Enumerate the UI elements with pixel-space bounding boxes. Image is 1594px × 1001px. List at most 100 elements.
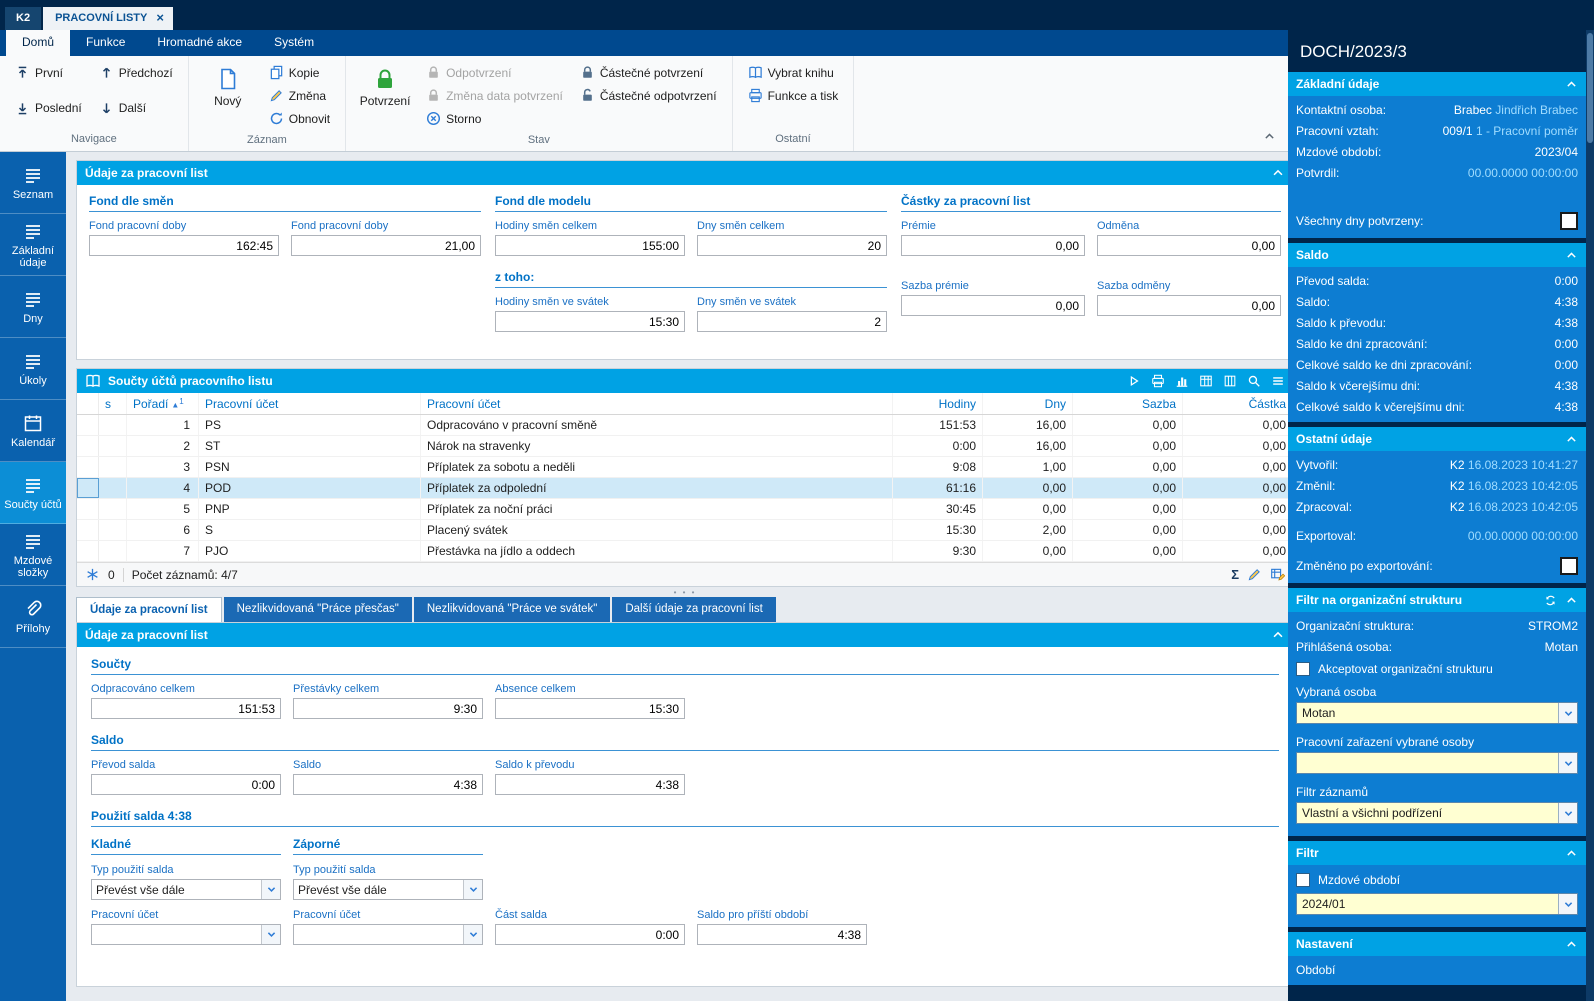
all-days-confirmed-checkbox[interactable] — [1560, 212, 1578, 230]
column-header-poradi[interactable]: Pořadí▲1 — [127, 393, 199, 414]
typ-pouziti-salda-zaporne-combo[interactable]: Převést vše dále — [293, 879, 483, 900]
columns-icon[interactable] — [1223, 374, 1237, 388]
collapse-panel-icon[interactable] — [1271, 166, 1285, 180]
dropdown-button[interactable] — [261, 880, 280, 899]
column-header-pracovni-ucet[interactable]: Pracovní účet — [199, 393, 421, 414]
column-header-dny[interactable]: Dny — [983, 393, 1073, 414]
partial-unconfirm-button[interactable]: Částečné odpotvrzení — [573, 84, 724, 107]
tab-nezlikvidovana-prace-ve-svatek[interactable]: Nezlikvidovaná "Práce ve svátek" — [414, 597, 611, 622]
sidebar-item-seznam[interactable]: Seznam — [0, 152, 66, 214]
pracovni-ucet-zaporne-combo[interactable] — [293, 924, 483, 945]
sidebar-item-mzdove-slozky[interactable]: Mzdové složky — [0, 524, 66, 586]
tab-dalsi-udaje[interactable]: Další údaje za pracovní list — [612, 597, 775, 622]
chart-icon[interactable] — [1175, 374, 1189, 388]
table-row[interactable]: 2STNárok na stravenky0:0016,000,000,00 — [77, 436, 1293, 457]
changed-timestamp-link[interactable]: 16.08.2023 10:42:05 — [1468, 479, 1578, 493]
created-timestamp-link[interactable]: 16.08.2023 10:41:27 — [1468, 458, 1578, 472]
wage-period-combo[interactable]: 2024/01 — [1296, 893, 1578, 915]
collapse-panel-icon[interactable] — [1271, 628, 1285, 642]
dropdown-button[interactable] — [261, 925, 280, 944]
collapse-ribbon-icon[interactable] — [1263, 130, 1276, 143]
dny-smen-celkem-field[interactable]: 20 — [697, 235, 887, 256]
table-row[interactable]: 5PNPPříplatek za noční práci30:450,000,0… — [77, 499, 1293, 520]
refresh-button[interactable]: Obnovit — [262, 107, 337, 130]
column-header-sazba[interactable]: Sazba — [1073, 393, 1183, 414]
fond-pracovni-doby-days-field[interactable]: 21,00 — [291, 235, 481, 256]
table-row[interactable]: 3PSNPříplatek za sobotu a neděli9:081,00… — [77, 457, 1293, 478]
collapse-section-icon[interactable] — [1565, 249, 1578, 262]
ribbon-tab-domu[interactable]: Domů — [6, 30, 70, 56]
run-icon[interactable] — [1127, 374, 1141, 388]
sidebar-item-ukoly[interactable]: Úkoly — [0, 338, 66, 400]
ribbon-tab-funkce[interactable]: Funkce — [70, 30, 141, 56]
table-row[interactable]: 6SPlacený svátek15:302,000,000,00 — [77, 520, 1293, 541]
changed-after-export-checkbox[interactable] — [1560, 557, 1578, 575]
dropdown-button[interactable] — [463, 925, 482, 944]
k2-logo-tab[interactable]: K2 — [5, 7, 41, 30]
dropdown-button[interactable] — [1558, 753, 1577, 773]
ribbon-tab-hromadne-akce[interactable]: Hromadné akce — [141, 30, 258, 56]
collapse-section-icon[interactable] — [1565, 433, 1578, 446]
last-button[interactable]: Poslední — [8, 97, 89, 120]
sidebar-item-dny[interactable]: Dny — [0, 276, 66, 338]
saldo-field[interactable]: 4:38 — [293, 774, 483, 795]
collapse-section-icon[interactable] — [1565, 847, 1578, 860]
dny-smen-ve-svatek-field[interactable]: 2 — [697, 311, 887, 332]
tab-nezlikvidovana-prace-prescas[interactable]: Nezlikvidovaná "Práce přesčas" — [224, 597, 412, 622]
column-header-hodiny[interactable]: Hodiny — [893, 393, 983, 414]
contact-person-link[interactable]: Jindřich Brabec — [1495, 103, 1578, 117]
document-tab[interactable]: PRACOVNÍ LISTY × — [43, 7, 173, 30]
refresh-icon[interactable] — [1544, 594, 1557, 607]
sidebar-item-prilohy[interactable]: Přílohy — [0, 586, 66, 648]
edit-pencil-icon[interactable] — [1247, 567, 1262, 582]
new-button[interactable]: Nový — [197, 61, 259, 114]
sidebar-item-kalendar[interactable]: Kalendář — [0, 400, 66, 462]
dropdown-button[interactable] — [1558, 703, 1577, 723]
odpracovano-celkem-field[interactable]: 151:53 — [91, 698, 281, 719]
saldo-pristi-obdobi-field[interactable]: 4:38 — [697, 924, 867, 945]
sidebar-item-soucty-uctu[interactable]: Součty účtů — [0, 462, 66, 524]
filter-asterisk-icon[interactable] — [85, 567, 100, 582]
copy-button[interactable]: Kopie — [262, 61, 337, 84]
previous-button[interactable]: Předchozí — [92, 61, 180, 84]
collapse-section-icon[interactable] — [1565, 78, 1578, 91]
cancel-button[interactable]: Storno — [419, 107, 570, 130]
records-filter-combo[interactable]: Vlastní a všichni podřízení — [1296, 802, 1578, 824]
dropdown-button[interactable] — [1558, 894, 1577, 914]
selected-person-combo[interactable]: Motan — [1296, 702, 1578, 724]
column-header-s[interactable]: s — [99, 393, 127, 414]
column-header-castka[interactable]: Částka — [1183, 393, 1293, 414]
fond-pracovni-doby-hours-field[interactable]: 162:45 — [89, 235, 279, 256]
collapse-section-icon[interactable] — [1565, 938, 1578, 951]
print-icon[interactable] — [1151, 374, 1165, 388]
close-tab-icon[interactable]: × — [156, 13, 164, 23]
next-button[interactable]: Další — [92, 97, 180, 120]
functions-print-button[interactable]: Funkce a tisk — [741, 84, 846, 107]
column-header-pracovni-ucet-nazev[interactable]: Pracovní účet — [421, 393, 893, 414]
processed-timestamp-link[interactable]: 16.08.2023 10:42:05 — [1468, 500, 1578, 514]
work-relation-link[interactable]: 1 - Pracovní poměr — [1476, 124, 1578, 138]
confirm-button[interactable]: Potvrzení — [354, 61, 416, 114]
table-row[interactable]: 7PJOPřestávka na jídlo a oddech9:300,000… — [77, 541, 1293, 562]
wage-period-checkbox[interactable] — [1296, 873, 1310, 887]
job-position-combo[interactable] — [1296, 752, 1578, 774]
edit-table-icon[interactable] — [1270, 567, 1285, 582]
tab-udaje-za-pracovni-list[interactable]: Údaje za pracovní list — [76, 597, 222, 622]
premie-field[interactable]: 0,00 — [901, 235, 1085, 256]
unconfirm-button[interactable]: Odpotvrzení — [419, 61, 570, 84]
sum-icon[interactable]: Σ — [1231, 567, 1239, 582]
scrollbar[interactable] — [1586, 30, 1594, 1001]
prevod-salda-field[interactable]: 0:00 — [91, 774, 281, 795]
scrollbar-thumb[interactable] — [1587, 33, 1593, 143]
change-confirm-date-button[interactable]: Změna data potvrzení — [419, 84, 570, 107]
first-button[interactable]: První — [8, 61, 89, 84]
sazba-premie-field[interactable]: 0,00 — [901, 295, 1085, 316]
cast-salda-field[interactable]: 0:00 — [495, 924, 685, 945]
table-row[interactable]: 1PSOdpracováno v pracovní směně151:5316,… — [77, 415, 1293, 436]
partial-confirm-button[interactable]: Částečné potvrzení — [573, 61, 724, 84]
saldo-k-prevodu-field[interactable]: 4:38 — [495, 774, 685, 795]
dropdown-button[interactable] — [463, 880, 482, 899]
dropdown-button[interactable] — [1558, 803, 1577, 823]
typ-pouziti-salda-kladne-combo[interactable]: Převést vše dále — [91, 879, 281, 900]
change-button[interactable]: Změna — [262, 84, 337, 107]
